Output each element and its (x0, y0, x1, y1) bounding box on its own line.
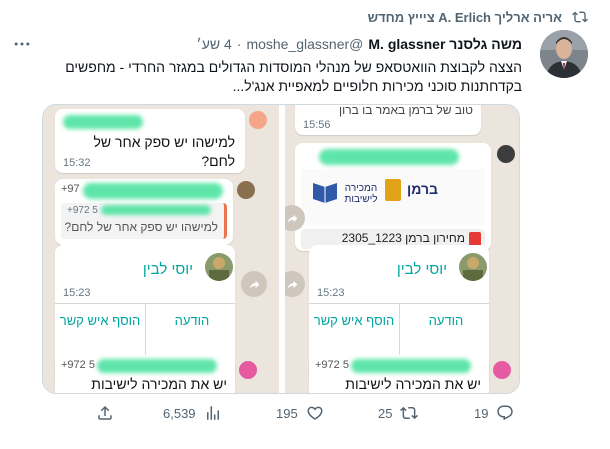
tweet-media[interactable]: למישהו יש ספק אחר של לחם? 15:32 +97 +972… (42, 104, 520, 394)
retweet-icon (400, 406, 419, 420)
media-image-left[interactable]: למישהו יש ספק אחר של לחם? 15:32 +97 +972… (43, 105, 279, 393)
message-contact-button[interactable]: הודעה (149, 311, 235, 330)
retweets-count: 25 (378, 405, 393, 421)
share-button[interactable] (96, 404, 114, 422)
reply-button[interactable]: 19 (474, 404, 514, 422)
quoted-message: +972 5 למישהו יש ספק אחר של לחם? (61, 203, 227, 239)
tweet-actions: 6,539 195 25 19 (0, 404, 610, 428)
views-button[interactable]: 6,539 (163, 404, 222, 422)
more-options-icon[interactable] (12, 34, 32, 54)
tweet[interactable]: אריה ארליך A. Erlich ציייץ מחדש משה גלסנ… (0, 0, 610, 449)
retweet-context[interactable]: אריה ארליך A. Erlich ציייץ מחדש (368, 9, 588, 25)
brand-logo-icon (385, 179, 401, 201)
tweet-text: הצצה לקבוצת הוואטסאפ של מנהלי המוסדות הג… (65, 59, 522, 94)
retweet-icon (572, 9, 588, 25)
replies-count: 19 (474, 405, 489, 421)
heart-icon (307, 406, 323, 420)
chat-bubble-reply: +97 +972 5 למישהו יש ספק אחר של לחם? (55, 179, 233, 245)
sender-avatar (239, 361, 257, 379)
contact-name: יוסי לבין (142, 261, 193, 278)
display-name[interactable]: משה גלסנר M. glassner (368, 36, 522, 52)
sender-avatar (249, 111, 267, 129)
like-button[interactable]: 195 (276, 404, 324, 422)
brand-name: ברמן (407, 181, 439, 197)
add-contact-button[interactable]: הוסף איש קשר (313, 311, 395, 330)
tweet-header: משה גלסנר M. glassner @moshe_glassner · … (196, 36, 522, 52)
chat-bubble: טוב של ברמן באמר בו ברון 15:56 (295, 105, 481, 135)
redacted-number (319, 149, 459, 165)
document-bubble: ברמן המכירה לישיבות מחירון ברמן 1223_230… (295, 143, 491, 251)
likes-count: 195 (276, 405, 298, 421)
contact-time: 15:23 (317, 287, 345, 299)
redacted-number (63, 115, 143, 129)
tweet-time[interactable]: 4 שע׳ (196, 36, 231, 52)
redacted-number (101, 205, 211, 215)
sender-avatar (237, 181, 255, 199)
reply-icon (497, 405, 514, 421)
file-name: מחירון ברמן 1223_2305 (341, 231, 465, 245)
sender-prefix: +972 5 (61, 359, 95, 371)
redacted-number (83, 183, 223, 199)
redacted-number (97, 359, 217, 373)
chat-bubble: למישהו יש ספק אחר של לחם? 15:32 (55, 109, 245, 173)
book-logo-icon (313, 183, 337, 203)
pdf-icon (469, 232, 481, 246)
views-count: 6,539 (163, 405, 196, 421)
message-time: 15:56 (303, 119, 331, 131)
views-icon (206, 406, 219, 420)
sender-prefix: +97 (61, 183, 80, 195)
add-contact-button[interactable]: הוסף איש קשר (59, 311, 141, 330)
forward-icon[interactable] (241, 271, 267, 297)
sender-avatar (497, 145, 515, 163)
chat-bubble: +972 5 יש את המכירה לישיבות (55, 355, 235, 393)
share-icon (98, 405, 112, 420)
contact-avatar (205, 253, 233, 281)
contact-avatar (459, 253, 487, 281)
sender-avatar (493, 361, 511, 379)
contact-time: 15:23 (63, 287, 91, 299)
message-time: 15:32 (63, 157, 91, 169)
retweet-label: אריה ארליך A. Erlich ציייץ מחדש (367, 9, 562, 25)
user-handle[interactable]: @moshe_glassner (246, 36, 363, 52)
contact-name: יוסי לבין (396, 261, 447, 278)
retweet-button[interactable]: 25 (378, 404, 419, 422)
message-text: יש את המכירה לישיבות (91, 376, 227, 392)
redacted-number (351, 359, 471, 373)
separator-dot: · (236, 36, 242, 52)
forward-icon[interactable] (285, 271, 305, 297)
logo-caption: המכירה לישיבות (344, 183, 378, 205)
quoted-text: למישהו יש ספק אחר של לחם? (64, 220, 218, 234)
avatar[interactable] (540, 30, 588, 78)
message-contact-button[interactable]: הודעה (403, 311, 489, 330)
media-image-right[interactable]: טוב של ברמן באמר בו ברון 15:56 ברמן המכי… (285, 105, 519, 393)
message-text: טוב של ברמן באמר בו ברון (339, 105, 473, 117)
quoted-prefix: +972 5 (67, 205, 98, 216)
chat-bubble: +972 5 יש את המכירה לישיבות (309, 355, 489, 393)
message-text: יש את המכירה לישיבות (345, 376, 481, 392)
sender-prefix: +972 5 (315, 359, 349, 371)
document-preview: ברמן המכירה לישיבות (301, 169, 485, 225)
